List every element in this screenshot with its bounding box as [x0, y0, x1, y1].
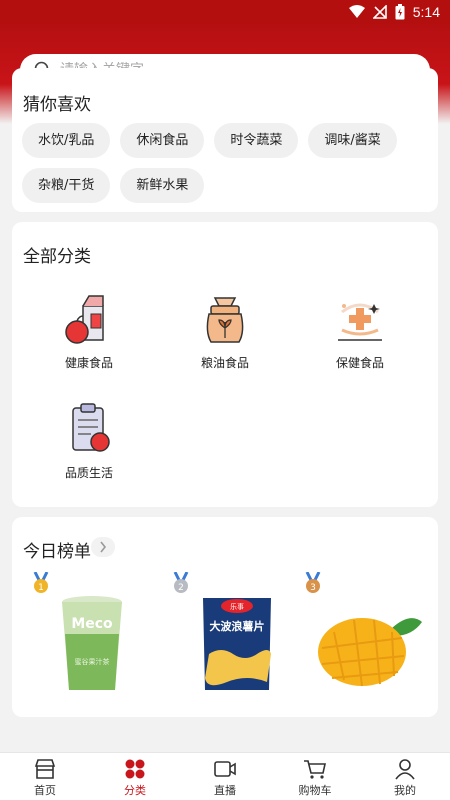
- tab-home[interactable]: 首页: [0, 753, 90, 800]
- svg-text:乐事: 乐事: [230, 602, 244, 611]
- category-label: 保健食品: [335, 356, 384, 370]
- health-cross-icon: [338, 303, 382, 341]
- ranking-item-2[interactable]: 2 乐事 大波浪薯片: [172, 572, 302, 697]
- store-icon: [34, 759, 56, 779]
- no-signal-icon: [372, 5, 387, 19]
- svg-text:2: 2: [178, 583, 184, 593]
- quality-clipboard-icon: [72, 403, 110, 452]
- ranking-item-3[interactable]: 3: [304, 572, 434, 697]
- cart-icon: [304, 760, 326, 779]
- guess-you-like-card: 猜你喜欢 水饮/乳品 休闲食品 时令蔬菜 调味/酱菜 杂粮/干货 新鲜水果: [12, 68, 438, 212]
- chip-vegetables[interactable]: 时令蔬菜: [214, 123, 299, 158]
- ranking-more-button[interactable]: [91, 537, 115, 557]
- silver-medal-icon: 2: [173, 572, 189, 593]
- all-categories-card: 全部分类 健康食品 粮油食品 保健食品 品质生活: [12, 222, 438, 507]
- battery-icon: [395, 4, 405, 20]
- chip-snacks[interactable]: 休闲食品: [120, 123, 205, 158]
- grid-icon: [125, 759, 145, 779]
- category-health-care[interactable]: 保健食品: [300, 294, 420, 371]
- chip-drinks-dairy[interactable]: 水饮/乳品: [22, 123, 111, 158]
- guess-title: 猜你喜欢: [23, 95, 91, 115]
- tab-label: 购物车: [298, 784, 332, 797]
- svg-text:蜜谷果汁茶: 蜜谷果汁茶: [75, 657, 110, 666]
- svg-text:1: 1: [38, 583, 44, 593]
- category-quality-life[interactable]: 品质生活: [29, 402, 149, 481]
- chip-grains[interactable]: 杂粮/干货: [22, 168, 111, 203]
- mango-image: [318, 618, 422, 687]
- ranking-item-1[interactable]: 1 Meco 蜜谷果汁茶: [32, 572, 162, 697]
- svg-text:大波浪薯片: 大波浪薯片: [210, 619, 265, 633]
- tab-label: 首页: [34, 784, 56, 797]
- tab-label: 直播: [214, 784, 236, 797]
- category-label: 粮油食品: [200, 356, 249, 370]
- user-icon: [395, 759, 415, 780]
- grain-sack-icon: [206, 297, 244, 343]
- ranking-title: 今日榜单: [23, 542, 91, 562]
- bronze-medal-icon: 3: [305, 572, 321, 593]
- tab-label: 分类: [124, 784, 146, 797]
- milk-carton-apple-icon: [65, 295, 104, 344]
- bottom-tab-bar: 首页 分类 直播 购物车 我的: [0, 752, 450, 800]
- tab-live[interactable]: 直播: [180, 753, 270, 800]
- chip-condiments[interactable]: 调味/酱菜: [308, 123, 397, 158]
- today-ranking-card: 今日榜单 1 Meco 蜜谷果汁茶 2 乐事 大波浪薯片 3: [12, 517, 438, 717]
- category-label: 品质生活: [64, 466, 113, 480]
- status-time: 5:14: [412, 4, 440, 20]
- lays-chips-bag-image: 乐事 大波浪薯片: [203, 598, 271, 690]
- video-camera-icon: [214, 761, 236, 777]
- chip-fruits[interactable]: 新鲜水果: [120, 168, 205, 203]
- tab-mine[interactable]: 我的: [360, 753, 450, 800]
- status-icons: 5:14: [348, 3, 440, 21]
- tab-cart[interactable]: 购物车: [270, 753, 360, 800]
- meco-tea-cup-image: Meco 蜜谷果汁茶: [62, 596, 122, 690]
- categories-title: 全部分类: [23, 247, 91, 267]
- tab-label: 我的: [394, 784, 416, 797]
- tab-category[interactable]: 分类: [90, 753, 180, 800]
- svg-text:Meco: Meco: [71, 616, 113, 632]
- status-bar: 5:14: [0, 0, 450, 24]
- svg-text:3: 3: [310, 583, 316, 593]
- gold-medal-icon: 1: [33, 572, 49, 593]
- wifi-icon: [348, 5, 365, 18]
- guess-chips: 水饮/乳品 休闲食品 时令蔬菜 调味/酱菜 杂粮/干货 新鲜水果: [22, 123, 432, 203]
- category-grain-oil[interactable]: 粮油食品: [165, 294, 285, 371]
- chevron-right-icon: [100, 541, 107, 553]
- category-health-food[interactable]: 健康食品: [29, 294, 149, 371]
- category-label: 健康食品: [64, 356, 113, 370]
